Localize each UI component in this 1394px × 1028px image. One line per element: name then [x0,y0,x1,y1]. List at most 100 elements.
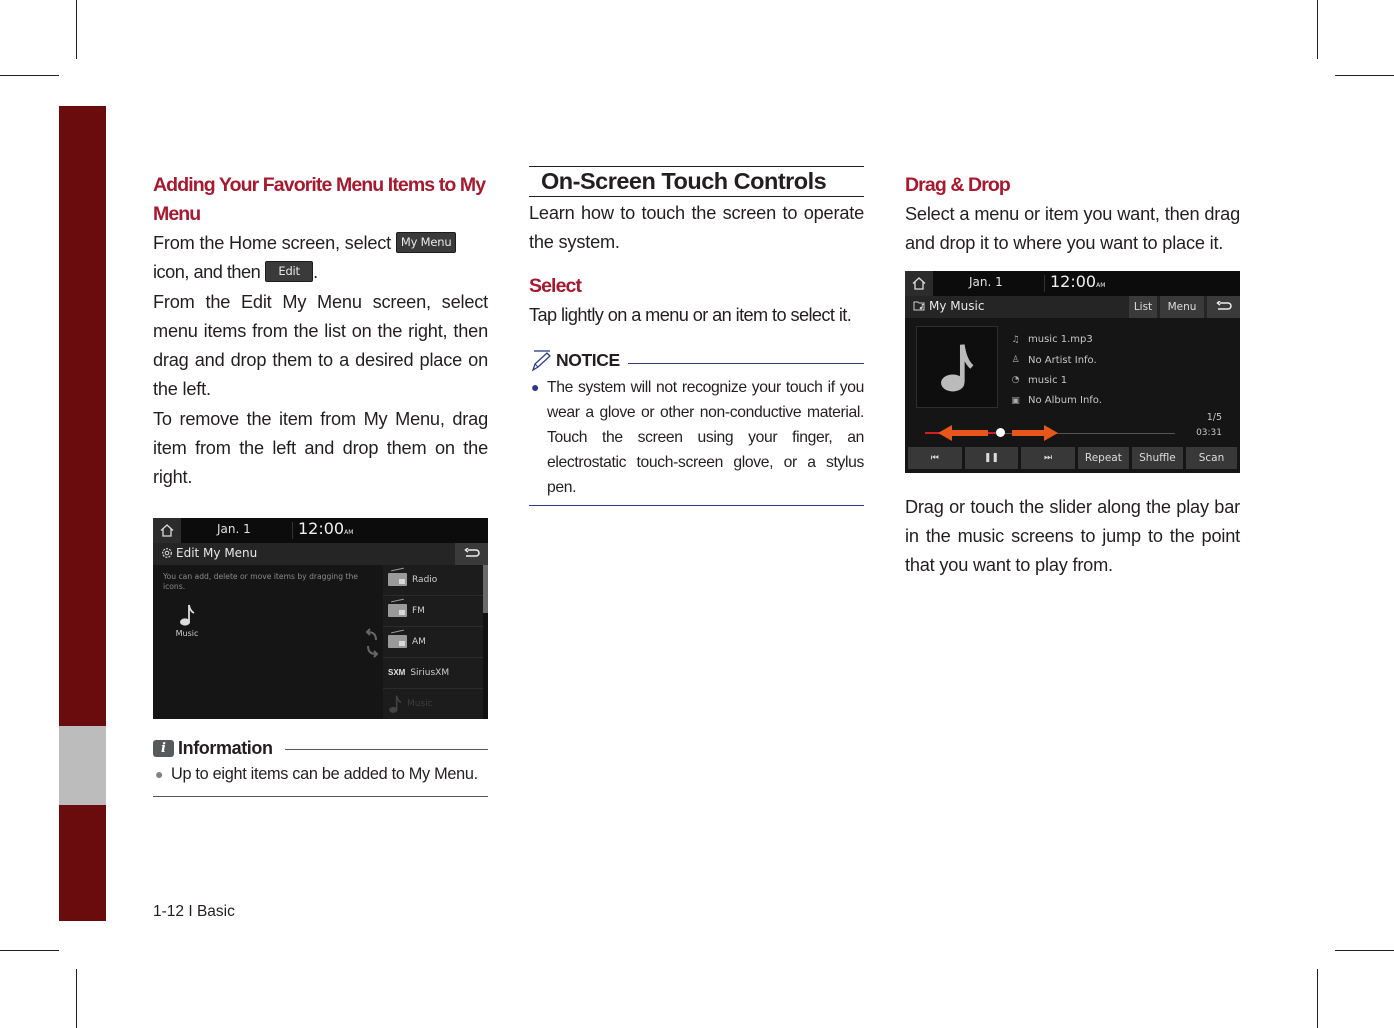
crop-mark [1317,969,1319,1028]
information-item: ● Up to eight items can be added to My M… [153,762,488,786]
my-menu-tile-music[interactable]: Music [175,603,199,638]
clock-display: 12:00AM [298,519,353,538]
divider [1044,274,1045,292]
chapter-tab [59,805,106,921]
left-column: Adding Your Favorite Menu Items to My Me… [153,166,488,797]
list-item-am[interactable]: AM [383,627,483,658]
track-album: ▣ No Album Info. [1010,390,1102,410]
track-text: No Album Info. [1028,395,1102,407]
menu-button[interactable]: Menu [1160,295,1204,318]
notice-label: NOTICE [556,350,620,371]
list-item-label: Radio [412,574,438,585]
pencil-icon [531,350,551,372]
crop-mark [0,950,59,952]
text: icon, and then [153,262,261,283]
list-item-label: FM [412,605,425,616]
next-button[interactable]: ⏭ [1021,446,1075,469]
text: . [313,262,318,283]
track-filename: ♫ music 1.mp3 [1010,330,1102,350]
list-button[interactable]: List [1129,295,1157,318]
play-bar-slider-handle[interactable] [995,428,1005,438]
divider [529,504,864,506]
track-counter: 1/5 [1206,411,1222,423]
repeat-button[interactable]: Repeat [1077,446,1129,469]
status-bar: Jan. 1 12:00AM [153,517,488,543]
clock-ampm: AM [1096,281,1106,289]
screen-title-text: My Music [929,298,985,313]
list-item-radio[interactable]: Radio [383,565,483,596]
list-item-label: Music [407,698,433,709]
track-title: ◔ music 1 [1010,370,1102,390]
home-button[interactable] [905,270,933,296]
track-artist: ♙ No Artist Info. [1010,350,1102,370]
caption-paragraph: Drag or touch the slider along the play … [905,496,1240,576]
chapter-tab-current [59,726,106,805]
crop-mark [76,0,78,59]
date-display: Jan. 1 [969,274,1003,289]
list-item-label: SiriusXM [410,667,450,678]
edit-my-menu-screenshot: Jan. 1 12:00AM Edit My Menu You can add,… [153,517,488,719]
information-header: i Information [153,735,488,762]
shuffle-button[interactable]: Shuffle [1131,446,1183,469]
drag-left-arrow-icon [938,424,988,441]
home-button[interactable] [153,517,181,543]
chapter-tab [59,106,106,726]
clock-time: 12:00 [298,518,345,538]
home-icon [160,523,174,537]
intro-paragraph: Select a menu or item you want, then dra… [905,204,1240,254]
instruction-paragraph: To remove the item from My Menu, drag it… [153,408,488,488]
instruction-paragraph: From the Home screen, select My Menu ico… [153,229,488,288]
list-scrollbar[interactable] [483,564,488,719]
music-file-icon: ♫ [1011,334,1020,345]
right-column: Drag & Drop Select a menu or item you wa… [905,166,1240,580]
section-title: On-Screen Touch Controls [529,166,864,197]
tile-label: Music [175,628,199,638]
title-bar: My Music List Menu [905,295,1240,318]
menu-items-list: Radio FM AM SXM SiriusXM Music [383,564,483,719]
bullet-icon: ● [155,765,164,782]
music-note-icon [180,604,195,626]
clock-display: 12:00AM [1050,272,1105,291]
back-button[interactable] [1207,295,1240,318]
radio-icon [388,573,407,587]
drag-drop-heading: Drag & Drop [905,174,1011,196]
crop-mark [1317,0,1319,59]
information-icon: i [153,739,174,757]
list-item-siriusxm[interactable]: SXM SiriusXM [383,658,483,689]
middle-column: On-Screen Touch Controls Learn how to to… [529,166,864,506]
pause-button[interactable]: ❚❚ [964,446,1019,469]
home-icon [912,276,926,290]
section-heading: Adding Your Favorite Menu Items to My Me… [153,174,486,225]
instruction-paragraph: From the Edit My Menu screen, select men… [153,291,488,400]
crop-mark [1335,950,1394,952]
album-art [916,325,998,408]
notice-header: NOTICE [529,349,864,373]
gear-icon [162,547,172,558]
notice-text: The system will not recognize your touch… [547,378,864,496]
select-heading: Select [529,274,582,297]
divider [284,748,488,750]
crop-mark [1335,75,1394,77]
page-footer: 1-12 I Basic [153,903,235,920]
clock-ampm: AM [344,528,354,536]
artist-icon: ♙ [1011,355,1020,366]
track-text: music 1.mp3 [1028,334,1093,346]
list-item-fm[interactable]: FM [383,596,483,627]
radio-icon [388,604,407,618]
clock-time: 12:00 [1050,271,1097,291]
list-item-music[interactable]: Music [383,689,483,719]
album-icon: ▣ [1011,395,1020,406]
track-text: No Artist Info. [1028,354,1097,366]
intro-paragraph: Learn how to touch the screen to operate… [529,203,864,253]
scan-button[interactable]: Scan [1185,446,1238,469]
screen-title-text: Edit My Menu [176,545,258,560]
notice-item: ● The system will not recognize your tou… [529,375,864,500]
title-icon: ◔ [1011,375,1020,386]
back-icon [1215,301,1232,310]
my-music-screenshot: Jan. 1 12:00AM My Music List Menu ♫ music… [905,270,1240,473]
previous-button[interactable]: ⏮ [908,446,962,469]
scrollbar-thumb[interactable] [483,564,488,613]
track-text: music 1 [1028,374,1068,386]
screen-title: Edit My Menu [161,546,257,560]
back-button[interactable] [455,542,488,565]
